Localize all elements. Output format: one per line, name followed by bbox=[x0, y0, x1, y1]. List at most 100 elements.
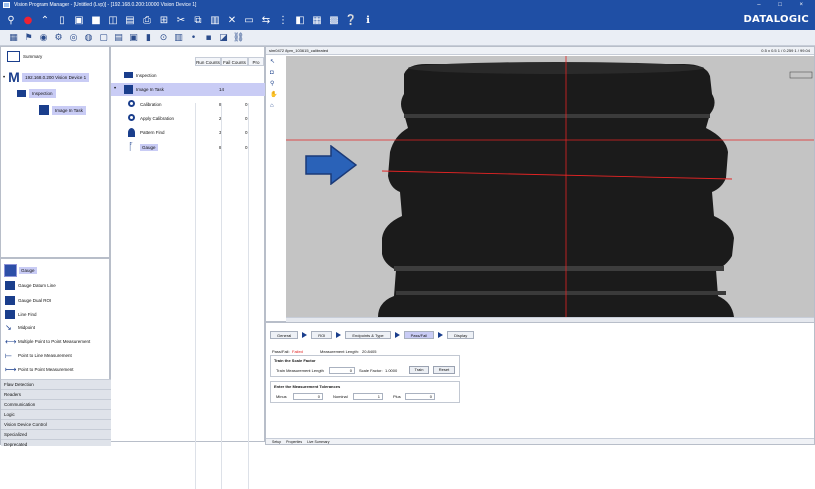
transfer-icon[interactable]: ⇆ bbox=[259, 13, 273, 27]
save-as-icon[interactable]: ◫ bbox=[106, 13, 120, 27]
tool-b-icon[interactable]: ▦ bbox=[310, 13, 324, 27]
table-icon[interactable]: ▥ bbox=[173, 32, 184, 44]
tab-pass-fail[interactable]: Pass/Fail bbox=[403, 331, 435, 339]
save-device-icon[interactable]: ▤ bbox=[123, 13, 137, 27]
plus-input[interactable]: 0 bbox=[405, 393, 435, 400]
train-measure-input[interactable]: 0 bbox=[329, 367, 355, 374]
tool-gauge[interactable]: Gauge bbox=[4, 264, 37, 277]
tool-line-find[interactable]: Line Find bbox=[5, 310, 37, 319]
up-icon[interactable]: ⌃ bbox=[38, 13, 52, 27]
category-specialized[interactable]: Specialized bbox=[1, 429, 111, 439]
image-icon[interactable]: ▣ bbox=[128, 32, 139, 44]
help-icon[interactable]: ❔ bbox=[344, 13, 358, 27]
zoom-icon[interactable]: ⚲ bbox=[270, 81, 277, 88]
category-readers[interactable]: Readers bbox=[1, 389, 111, 399]
save-icon[interactable]: ■ bbox=[89, 13, 103, 27]
tree-summary[interactable]: Summary bbox=[7, 51, 42, 62]
open-icon[interactable]: ▣ bbox=[72, 13, 86, 27]
link-icon[interactable]: ⛓ bbox=[233, 32, 244, 44]
delete-icon[interactable]: ✕ bbox=[225, 13, 239, 27]
expand-icon[interactable]: • bbox=[3, 75, 5, 81]
tab-display[interactable]: Display bbox=[447, 331, 475, 339]
window-controls[interactable]: – □ × bbox=[757, 0, 811, 10]
expand-icon[interactable]: • bbox=[114, 86, 116, 92]
new-icon[interactable]: ▯ bbox=[55, 13, 69, 27]
grid-row-apply-calibration[interactable]: Apply Calibration 2 0 bbox=[111, 112, 266, 125]
train-button[interactable]: Train bbox=[409, 366, 429, 374]
grid-row-image-in-task[interactable]: • Image In Task 14 bbox=[111, 83, 266, 96]
pin-icon[interactable]: ▪ bbox=[203, 32, 214, 44]
tool-multi-point-to-point[interactable]: ⟷ Multiple Point to Point Measurement bbox=[5, 337, 90, 346]
tree-inspection[interactable]: Inspection bbox=[17, 89, 56, 98]
tool-label: Gauge Datum Line bbox=[18, 283, 56, 288]
point-point-icon: ⟼ bbox=[5, 365, 17, 374]
camera-icon[interactable]: ◍ bbox=[83, 32, 94, 44]
grid-row-gauge[interactable]: ᚪ Gauge 8 0 bbox=[111, 141, 266, 154]
frame-icon[interactable]: ▢ bbox=[98, 32, 109, 44]
row-label: Gauge bbox=[140, 144, 158, 151]
bar-icon[interactable]: ▮ bbox=[143, 32, 154, 44]
ruler-icon[interactable]: ⌂ bbox=[270, 103, 277, 110]
grid-row-pattern-find[interactable]: Pattern Find 3 0 bbox=[111, 126, 266, 139]
tool-point-to-line[interactable]: ⟝ Point to Line Measurement bbox=[5, 351, 72, 360]
monitor-icon[interactable]: ▭ bbox=[242, 13, 256, 27]
tool-gauge-datum-line[interactable]: Gauge Datum Line bbox=[5, 281, 56, 290]
point-line-icon: ⟝ bbox=[5, 351, 12, 360]
run-icon[interactable]: ◉ bbox=[38, 32, 49, 44]
arrow-icon bbox=[336, 332, 342, 338]
find-icon[interactable]: ⊞ bbox=[157, 13, 171, 27]
col-run-counts[interactable]: Run Counts bbox=[195, 57, 221, 66]
cut-icon[interactable]: ✂ bbox=[174, 13, 188, 27]
image-zoom-info: 0.5 x 0.5 1 / 0.259 1 / 99.04 bbox=[761, 48, 810, 53]
col-pro[interactable]: Pro bbox=[248, 57, 264, 66]
tool-a-icon[interactable]: ◧ bbox=[293, 13, 307, 27]
tree-device[interactable]: • M 192.168.0.200 Vision Device 1 bbox=[3, 69, 90, 85]
grid-row-calibration[interactable]: Calibration 8 0 bbox=[111, 98, 266, 111]
device-icon: M bbox=[8, 69, 20, 85]
gear-icon[interactable]: ⚙ bbox=[53, 32, 64, 44]
tool-point-to-point[interactable]: ⟼ Point to Point Measurement bbox=[5, 365, 74, 374]
tab-setup[interactable]: Setup bbox=[272, 440, 281, 444]
layers-icon[interactable]: ▤ bbox=[113, 32, 124, 44]
measurement-value: 20.8405 bbox=[362, 349, 377, 354]
dual-roi-icon bbox=[5, 296, 15, 305]
map-icon[interactable]: ◪ bbox=[218, 32, 229, 44]
nominal-input[interactable]: 1 bbox=[353, 393, 383, 400]
print-icon[interactable]: ⎙ bbox=[140, 13, 154, 27]
tree-image-in-task[interactable]: Image In Task bbox=[39, 105, 86, 115]
flag-icon[interactable]: ⚑ bbox=[23, 32, 34, 44]
tab-properties[interactable]: Properties bbox=[286, 440, 302, 444]
multi-point-icon: ⟷ bbox=[5, 337, 17, 346]
more-icon[interactable]: ⋮ bbox=[276, 13, 290, 27]
category-vision-device-control[interactable]: Vision Device Control bbox=[1, 419, 111, 429]
tab-endpoints-type[interactable]: Endpoints & Type bbox=[345, 331, 391, 339]
target-icon[interactable]: ◎ bbox=[68, 32, 79, 44]
grid-icon[interactable]: ▦ bbox=[8, 32, 19, 44]
record-icon[interactable]: ● bbox=[21, 13, 35, 27]
col-fail-counts[interactable]: Fail Counts bbox=[221, 57, 248, 66]
copy-icon[interactable]: ⧉ bbox=[191, 13, 205, 27]
minus-input[interactable]: 0 bbox=[293, 393, 323, 400]
grid-divider bbox=[248, 103, 249, 489]
category-flaw-detection[interactable]: Flaw Detection bbox=[1, 379, 111, 389]
camera-image[interactable] bbox=[286, 56, 814, 317]
pointer-icon[interactable]: ↖ bbox=[270, 59, 277, 66]
train-header: Train the Scale Factor bbox=[274, 358, 316, 363]
disc-icon[interactable]: ⊙ bbox=[158, 32, 169, 44]
tab-general[interactable]: General bbox=[270, 331, 299, 339]
tab-roi[interactable]: ROI bbox=[311, 331, 333, 339]
category-logic[interactable]: Logic bbox=[1, 409, 111, 419]
grid-row-inspection[interactable]: Inspection bbox=[111, 69, 266, 82]
info-icon[interactable]: ℹ bbox=[361, 13, 375, 27]
tool-gauge-dual-roi[interactable]: Gauge Dual ROI bbox=[5, 296, 51, 305]
tool-midpoint[interactable]: ↘ Midpoint bbox=[5, 323, 35, 332]
connect-icon[interactable]: ⚲ bbox=[4, 13, 18, 27]
category-communication[interactable]: Communication bbox=[1, 399, 111, 409]
paste-icon[interactable]: ▥ bbox=[208, 13, 222, 27]
reset-button[interactable]: Reset bbox=[433, 366, 455, 374]
dot-icon[interactable]: • bbox=[188, 32, 199, 44]
tab-live-summary[interactable]: Live Summary bbox=[307, 440, 329, 444]
pan-icon[interactable]: ✋ bbox=[270, 92, 277, 99]
camera-icon[interactable]: ◘ bbox=[270, 70, 277, 77]
tool-c-icon[interactable]: ▩ bbox=[327, 13, 341, 27]
